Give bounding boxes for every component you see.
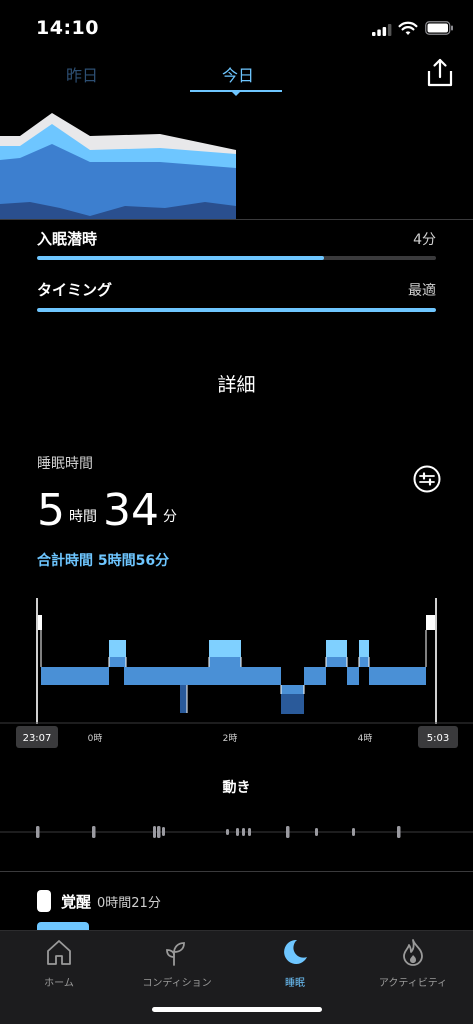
stage-light: [109, 657, 126, 667]
nav-label: ホーム: [44, 978, 74, 989]
movement-tick: [248, 828, 251, 836]
stage-light: [369, 667, 426, 685]
sleep-hours-unit: 時間: [69, 509, 97, 525]
tick-label: 2時: [223, 733, 238, 744]
metric-bar-timing: [37, 308, 436, 312]
movement-tick: [397, 826, 401, 838]
movement-title: 動き: [222, 780, 251, 796]
stage-light: [281, 685, 304, 694]
hypnogram-stages: [37, 615, 436, 714]
home-icon: [47, 940, 71, 965]
movement-tick: [36, 826, 40, 838]
nav-label: 睡眠: [285, 978, 305, 989]
metric-value-latency: 4分: [413, 232, 436, 248]
movement-tick: [157, 826, 161, 838]
sleep-thumbnail-chart[interactable]: [0, 110, 240, 220]
battery-icon: [425, 21, 453, 35]
metric-bar-fill: [37, 256, 325, 260]
movement-tick: [242, 828, 245, 836]
movement-tick: [226, 829, 229, 835]
stage-deep: [281, 694, 304, 714]
sleep-hours: 5: [37, 485, 65, 536]
stage-light: [180, 667, 187, 685]
tab-today[interactable]: 今日: [222, 62, 254, 86]
end-marker: [435, 598, 437, 724]
tab-yesterday[interactable]: 昨日: [66, 62, 98, 86]
details-heading: 詳細: [217, 374, 256, 396]
hypnogram-chart[interactable]: 23:07 5:03 0時 2時 4時: [0, 590, 473, 750]
nav-item-home[interactable]: ホーム: [0, 937, 118, 990]
sleep-time-label: 睡眠時間: [37, 456, 93, 472]
movement-tick: [286, 826, 290, 838]
movement-tick: [162, 827, 165, 836]
nav-item-sleep[interactable]: 睡眠: [236, 937, 354, 990]
sleep-minutes-unit: 分: [163, 509, 177, 525]
movement-chart: [0, 826, 473, 838]
metric-label-timing: タイミング: [37, 281, 113, 299]
stage-rem: [109, 640, 126, 657]
nav-item-activity[interactable]: アクティビティ: [354, 937, 472, 990]
end-time-label: 5:03: [427, 733, 449, 744]
nav-item-condition[interactable]: コンディション: [118, 937, 236, 990]
tick-label: 0時: [88, 733, 103, 744]
tick-label: 4時: [358, 733, 373, 744]
start-time-label: 23:07: [23, 733, 52, 744]
adjust-settings-icon[interactable]: [413, 465, 441, 493]
nav-label: アクティビティ: [378, 978, 448, 989]
stage-light: [359, 657, 369, 667]
legend-value: 0時間21分: [97, 895, 161, 911]
stage-light: [347, 667, 359, 685]
metric-value-timing: 最適: [408, 283, 436, 299]
total-time: 合計時間 5時間56分: [37, 553, 170, 569]
legend-awake: 覚醒 0時間21分: [37, 890, 161, 912]
flame-icon: [403, 939, 423, 966]
stage-light: [209, 657, 241, 685]
sprout-icon: [166, 942, 185, 966]
movement-tick: [315, 828, 318, 836]
moon-icon: [284, 939, 307, 964]
movement-tick: [352, 828, 355, 836]
start-marker: [36, 598, 38, 724]
divider: [0, 871, 473, 872]
stage-rem: [359, 640, 369, 657]
active-tab-caret: [230, 90, 242, 96]
stage-awake: [426, 615, 436, 630]
legend-swatch-awake: [37, 890, 51, 912]
stage-light: [241, 667, 281, 685]
metric-bar-latency: [37, 256, 436, 260]
cellular-signal-icon: [372, 24, 392, 36]
metric-bar-fill: [37, 308, 436, 312]
sleep-minutes: 34: [103, 485, 159, 536]
divider: [0, 219, 473, 220]
stage-light: [304, 667, 326, 685]
stage-light: [326, 657, 347, 667]
share-icon[interactable]: [426, 58, 454, 88]
status-bar: 14:10: [0, 0, 473, 56]
stage-rem: [209, 640, 241, 657]
stage-light: [41, 667, 109, 685]
stage-rem: [326, 640, 347, 657]
wifi-icon: [398, 21, 418, 35]
movement-tick: [236, 828, 239, 836]
sleep-duration: 5 時間 34 分: [37, 480, 183, 536]
nav-label: コンディション: [142, 978, 212, 989]
stage-light: [187, 667, 209, 685]
stage-deep: [180, 685, 187, 713]
metric-label-latency: 入眠潜時: [37, 230, 98, 248]
home-indicator: [152, 1007, 322, 1012]
movement-tick: [92, 826, 96, 838]
status-time: 14:10: [36, 17, 99, 39]
movement-tick: [153, 826, 156, 838]
legend-name: 覚醒: [61, 892, 92, 911]
stage-light: [124, 667, 180, 685]
